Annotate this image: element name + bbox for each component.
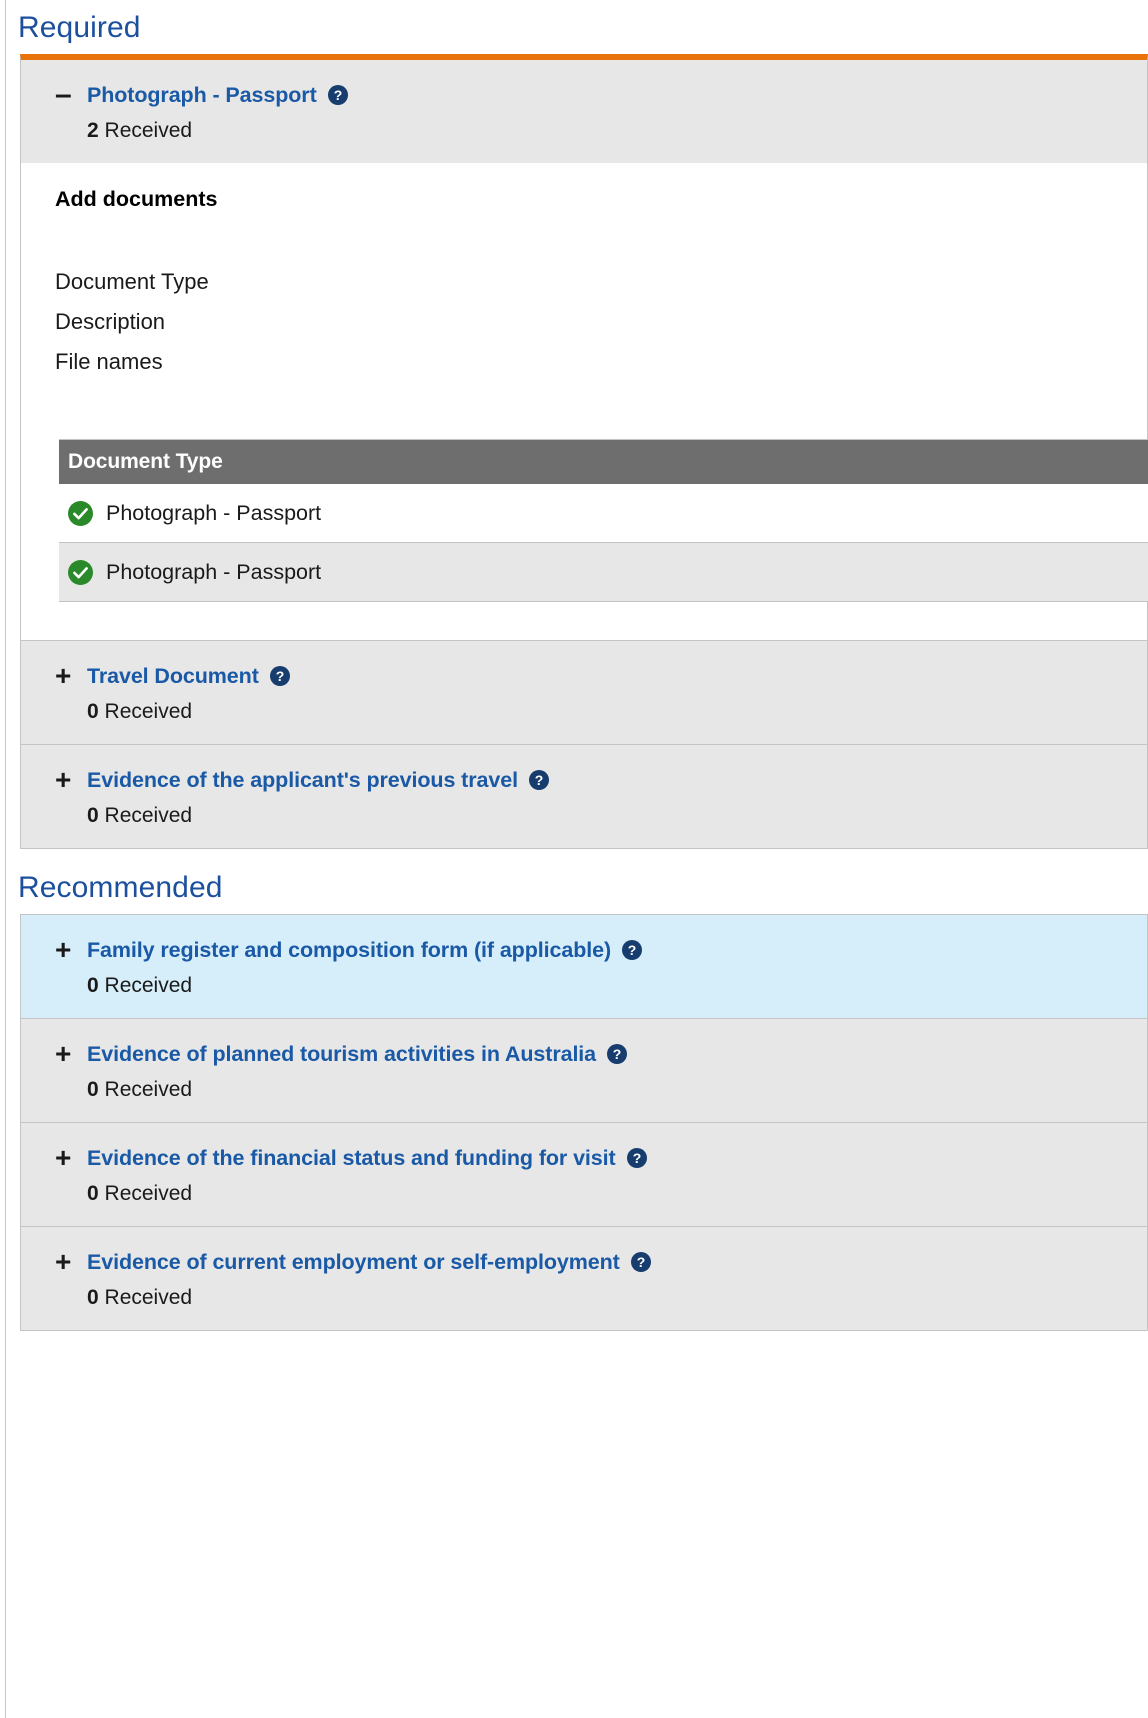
- expand-plus-icon[interactable]: +: [55, 1040, 75, 1068]
- accordion-item-label[interactable]: Evidence of the applicant's previous tra…: [87, 767, 518, 793]
- received-count-number: 2: [87, 119, 99, 142]
- received-count-number: 0: [87, 1078, 99, 1101]
- accordion-item: + Evidence of planned tourism activities…: [21, 1019, 1147, 1123]
- accordion-header-financial-status[interactable]: + Evidence of the financial status and f…: [21, 1123, 1147, 1226]
- accordion-required: – Photograph - Passport ? 2 Received Add…: [20, 54, 1148, 849]
- accordion-item-label[interactable]: Family register and composition form (if…: [87, 937, 611, 963]
- help-circle-icon[interactable]: ?: [630, 1252, 651, 1272]
- field-label-file-names: File names: [55, 349, 163, 374]
- received-count-number: 0: [87, 1286, 99, 1309]
- accordion-title-row: + Evidence of the financial status and f…: [31, 1144, 1137, 1172]
- accordion-header-current-employment[interactable]: + Evidence of current employment or self…: [21, 1227, 1147, 1330]
- accordion-received-count: 0 Received: [87, 1182, 1137, 1206]
- help-circle-icon[interactable]: ?: [528, 770, 549, 790]
- received-count-number: 0: [87, 1182, 99, 1205]
- help-circle-icon[interactable]: ?: [327, 85, 348, 105]
- expand-plus-icon[interactable]: +: [55, 1248, 75, 1276]
- accordion-header-photograph-passport[interactable]: – Photograph - Passport ? 2 Received: [21, 60, 1147, 163]
- svg-text:?: ?: [333, 87, 342, 103]
- table-cell-document-type: Photograph - Passport: [59, 542, 1148, 602]
- accordion-received-count: 0 Received: [87, 700, 1137, 724]
- table-cell-document-type: Photograph - Passport: [59, 484, 1148, 543]
- cell-content: Photograph - Passport: [68, 559, 1148, 585]
- accordion-header-family-register[interactable]: + Family register and composition form (…: [21, 915, 1147, 1018]
- accordion-header-previous-travel[interactable]: + Evidence of the applicant's previous t…: [21, 745, 1147, 848]
- svg-text:?: ?: [275, 668, 284, 684]
- documents-page: Required – Photograph - Passport ? 2 Rec…: [0, 0, 1148, 1718]
- received-count-label: Received: [104, 974, 193, 997]
- svg-text:?: ?: [636, 1254, 645, 1270]
- accordion-received-count: 0 Received: [87, 804, 1137, 828]
- received-count-label: Received: [104, 1182, 193, 1205]
- documents-table: Document Type Photograph - Passport Phot…: [59, 439, 1148, 602]
- accordion-received-count: 0 Received: [87, 1078, 1137, 1102]
- add-documents-title: Add documents: [55, 187, 218, 211]
- documents-table-body: Photograph - Passport Photograph - Passp…: [59, 484, 1148, 602]
- check-circle-icon: [68, 559, 93, 585]
- table-row[interactable]: Photograph - Passport: [59, 484, 1148, 543]
- expand-plus-icon[interactable]: +: [55, 936, 75, 964]
- accordion-title-row: + Evidence of planned tourism activities…: [31, 1040, 1137, 1068]
- expand-plus-icon[interactable]: +: [55, 662, 75, 690]
- accordion-title-row: + Family register and composition form (…: [31, 936, 1137, 964]
- expand-plus-icon[interactable]: +: [55, 1144, 75, 1172]
- field-label-description: Description: [55, 309, 166, 334]
- accordion-title-row: + Evidence of the applicant's previous t…: [31, 766, 1137, 794]
- accordion-item-label[interactable]: Photograph - Passport: [87, 82, 317, 108]
- accordion-received-count: 2 Received: [87, 119, 1137, 143]
- section-required: Required – Photograph - Passport ? 2 Rec…: [6, 0, 1148, 849]
- accordion-received-count: 0 Received: [87, 1286, 1137, 1310]
- svg-text:?: ?: [535, 772, 544, 788]
- accordion-item: + Travel Document ? 0 Received: [21, 641, 1147, 745]
- help-circle-icon[interactable]: ?: [622, 940, 643, 960]
- received-count-label: Received: [104, 1078, 193, 1101]
- section-heading-required: Required: [18, 11, 141, 44]
- received-count-number: 0: [87, 700, 99, 723]
- cell-content: Photograph - Passport: [68, 500, 1148, 526]
- accordion-recommended: + Family register and composition form (…: [20, 914, 1148, 1331]
- collapse-minus-icon[interactable]: –: [55, 80, 75, 110]
- document-type-value: Photograph - Passport: [106, 501, 322, 525]
- received-count-label: Received: [104, 119, 193, 142]
- received-count-label: Received: [104, 804, 193, 827]
- svg-text:?: ?: [628, 942, 637, 958]
- received-count-number: 0: [87, 974, 99, 997]
- section-recommended: Recommended + Family register and compos…: [6, 849, 1148, 1331]
- accordion-item: + Evidence of the financial status and f…: [21, 1123, 1147, 1227]
- accordion-header-tourism-activities[interactable]: + Evidence of planned tourism activities…: [21, 1019, 1147, 1122]
- accordion-header-travel-document[interactable]: + Travel Document ? 0 Received: [21, 641, 1147, 744]
- accordion-received-count: 0 Received: [87, 974, 1137, 998]
- check-circle-icon: [68, 500, 93, 526]
- page-left-rule: [5, 0, 6, 1718]
- documents-table-head: Document Type: [59, 439, 1148, 484]
- received-count-label: Received: [104, 700, 193, 723]
- svg-text:?: ?: [613, 1046, 622, 1062]
- section-heading-recommended: Recommended: [18, 871, 223, 904]
- accordion-item-label[interactable]: Evidence of planned tourism activities i…: [87, 1041, 596, 1067]
- accordion-body-photograph-passport: Add documents Document Type Description …: [21, 163, 1148, 640]
- received-count-label: Received: [104, 1286, 193, 1309]
- table-header-row: Document Type: [59, 439, 1148, 484]
- accordion-item-label[interactable]: Evidence of current employment or self-e…: [87, 1249, 620, 1275]
- field-label-list: Document Type Description File names: [55, 262, 1147, 382]
- accordion-title-row: – Photograph - Passport ?: [31, 80, 1137, 110]
- accordion-item: + Family register and composition form (…: [21, 915, 1147, 1019]
- help-circle-icon[interactable]: ?: [269, 666, 290, 686]
- table-row[interactable]: Photograph - Passport: [59, 542, 1148, 602]
- accordion-title-row: + Travel Document ?: [31, 662, 1137, 690]
- svg-text:?: ?: [632, 1150, 641, 1166]
- expand-plus-icon[interactable]: +: [55, 766, 75, 794]
- accordion-title-row: + Evidence of current employment or self…: [31, 1248, 1137, 1276]
- received-count-number: 0: [87, 804, 99, 827]
- accordion-item: + Evidence of current employment or self…: [21, 1227, 1147, 1330]
- document-type-value: Photograph - Passport: [106, 560, 322, 584]
- column-header-document-type[interactable]: Document Type: [59, 439, 1148, 484]
- accordion-item-label[interactable]: Evidence of the financial status and fun…: [87, 1145, 616, 1171]
- accordion-item: + Evidence of the applicant's previous t…: [21, 745, 1147, 848]
- help-circle-icon[interactable]: ?: [607, 1044, 628, 1064]
- field-label-document-type: Document Type: [55, 269, 209, 294]
- help-circle-icon[interactable]: ?: [626, 1148, 647, 1168]
- accordion-item-label[interactable]: Travel Document: [87, 663, 259, 689]
- accordion-item: – Photograph - Passport ? 2 Received Add…: [21, 60, 1148, 641]
